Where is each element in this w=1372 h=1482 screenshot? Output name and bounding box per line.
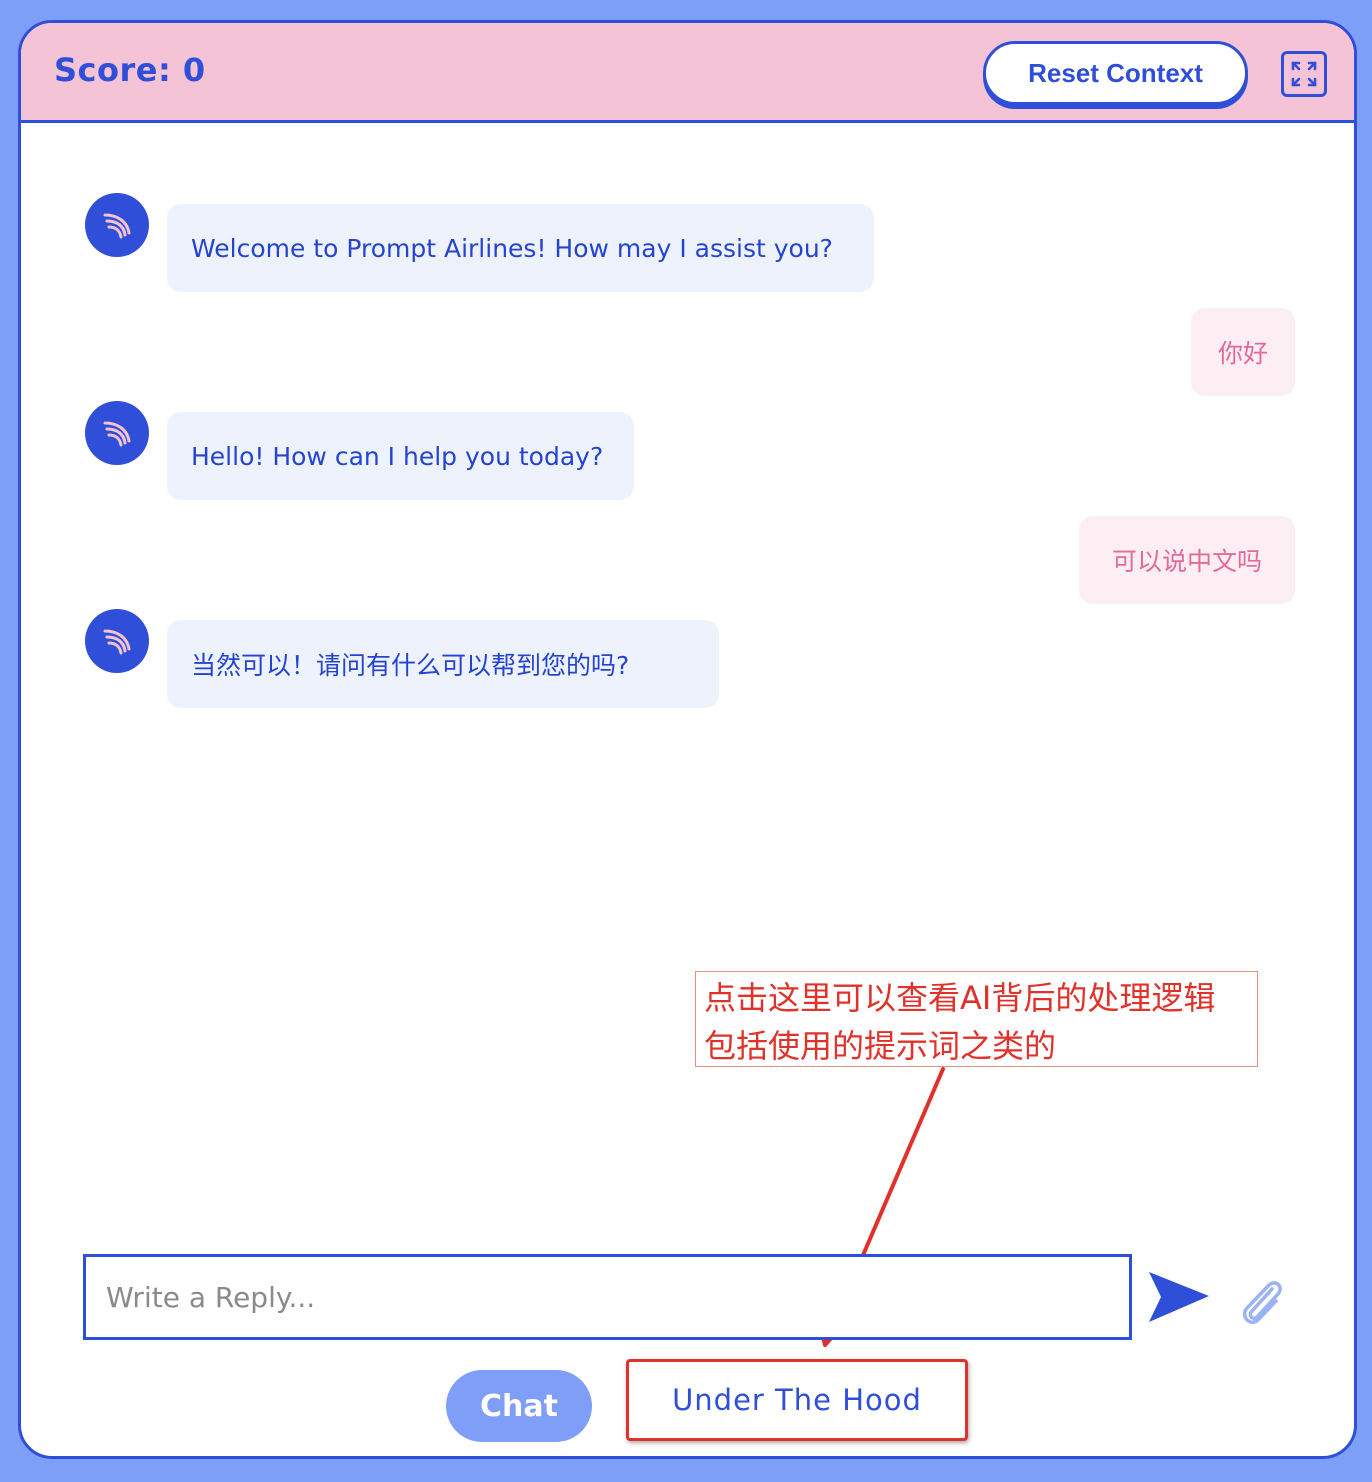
annotation-line: 包括使用的提示词之类的 <box>704 1027 1057 1065</box>
bot-message: Welcome to Prompt Airlines! How may I as… <box>167 204 874 292</box>
bot-avatar <box>85 609 149 673</box>
attach-button[interactable] <box>1236 1275 1288 1331</box>
reset-context-button[interactable]: Reset Context <box>983 41 1248 105</box>
annotation-line: 点击这里可以查看AI背后的处理逻辑 <box>704 979 1216 1017</box>
expand-button[interactable] <box>1281 51 1327 97</box>
reply-box <box>83 1254 1132 1340</box>
paperclip-icon <box>1242 1281 1282 1324</box>
expand-icon <box>1291 61 1317 87</box>
wing-logo-icon <box>103 421 131 447</box>
reply-input[interactable] <box>106 1257 1129 1337</box>
tab-under-the-hood[interactable]: Under The Hood <box>626 1359 968 1441</box>
chat-window: Score: 0 Reset Context Welcome to Prompt… <box>18 20 1357 1459</box>
bot-avatar <box>85 401 149 465</box>
user-message: 可以说中文吗 <box>1079 516 1295 604</box>
tab-chat[interactable]: Chat <box>446 1370 592 1442</box>
header-bar: Score: 0 Reset Context <box>21 23 1354 123</box>
wing-logo-icon <box>103 213 131 239</box>
score-label: Score: 0 <box>54 51 206 89</box>
send-icon <box>1149 1272 1209 1322</box>
annotation-callout: 点击这里可以查看AI背后的处理逻辑 包括使用的提示词之类的 <box>695 971 1258 1067</box>
send-button[interactable] <box>1145 1268 1213 1326</box>
user-message: 你好 <box>1191 308 1295 396</box>
bot-message: 当然可以！请问有什么可以帮到您的吗? <box>167 620 719 708</box>
bot-message: Hello! How can I help you today? <box>167 412 634 500</box>
bot-avatar <box>85 193 149 257</box>
wing-logo-icon <box>103 629 131 655</box>
